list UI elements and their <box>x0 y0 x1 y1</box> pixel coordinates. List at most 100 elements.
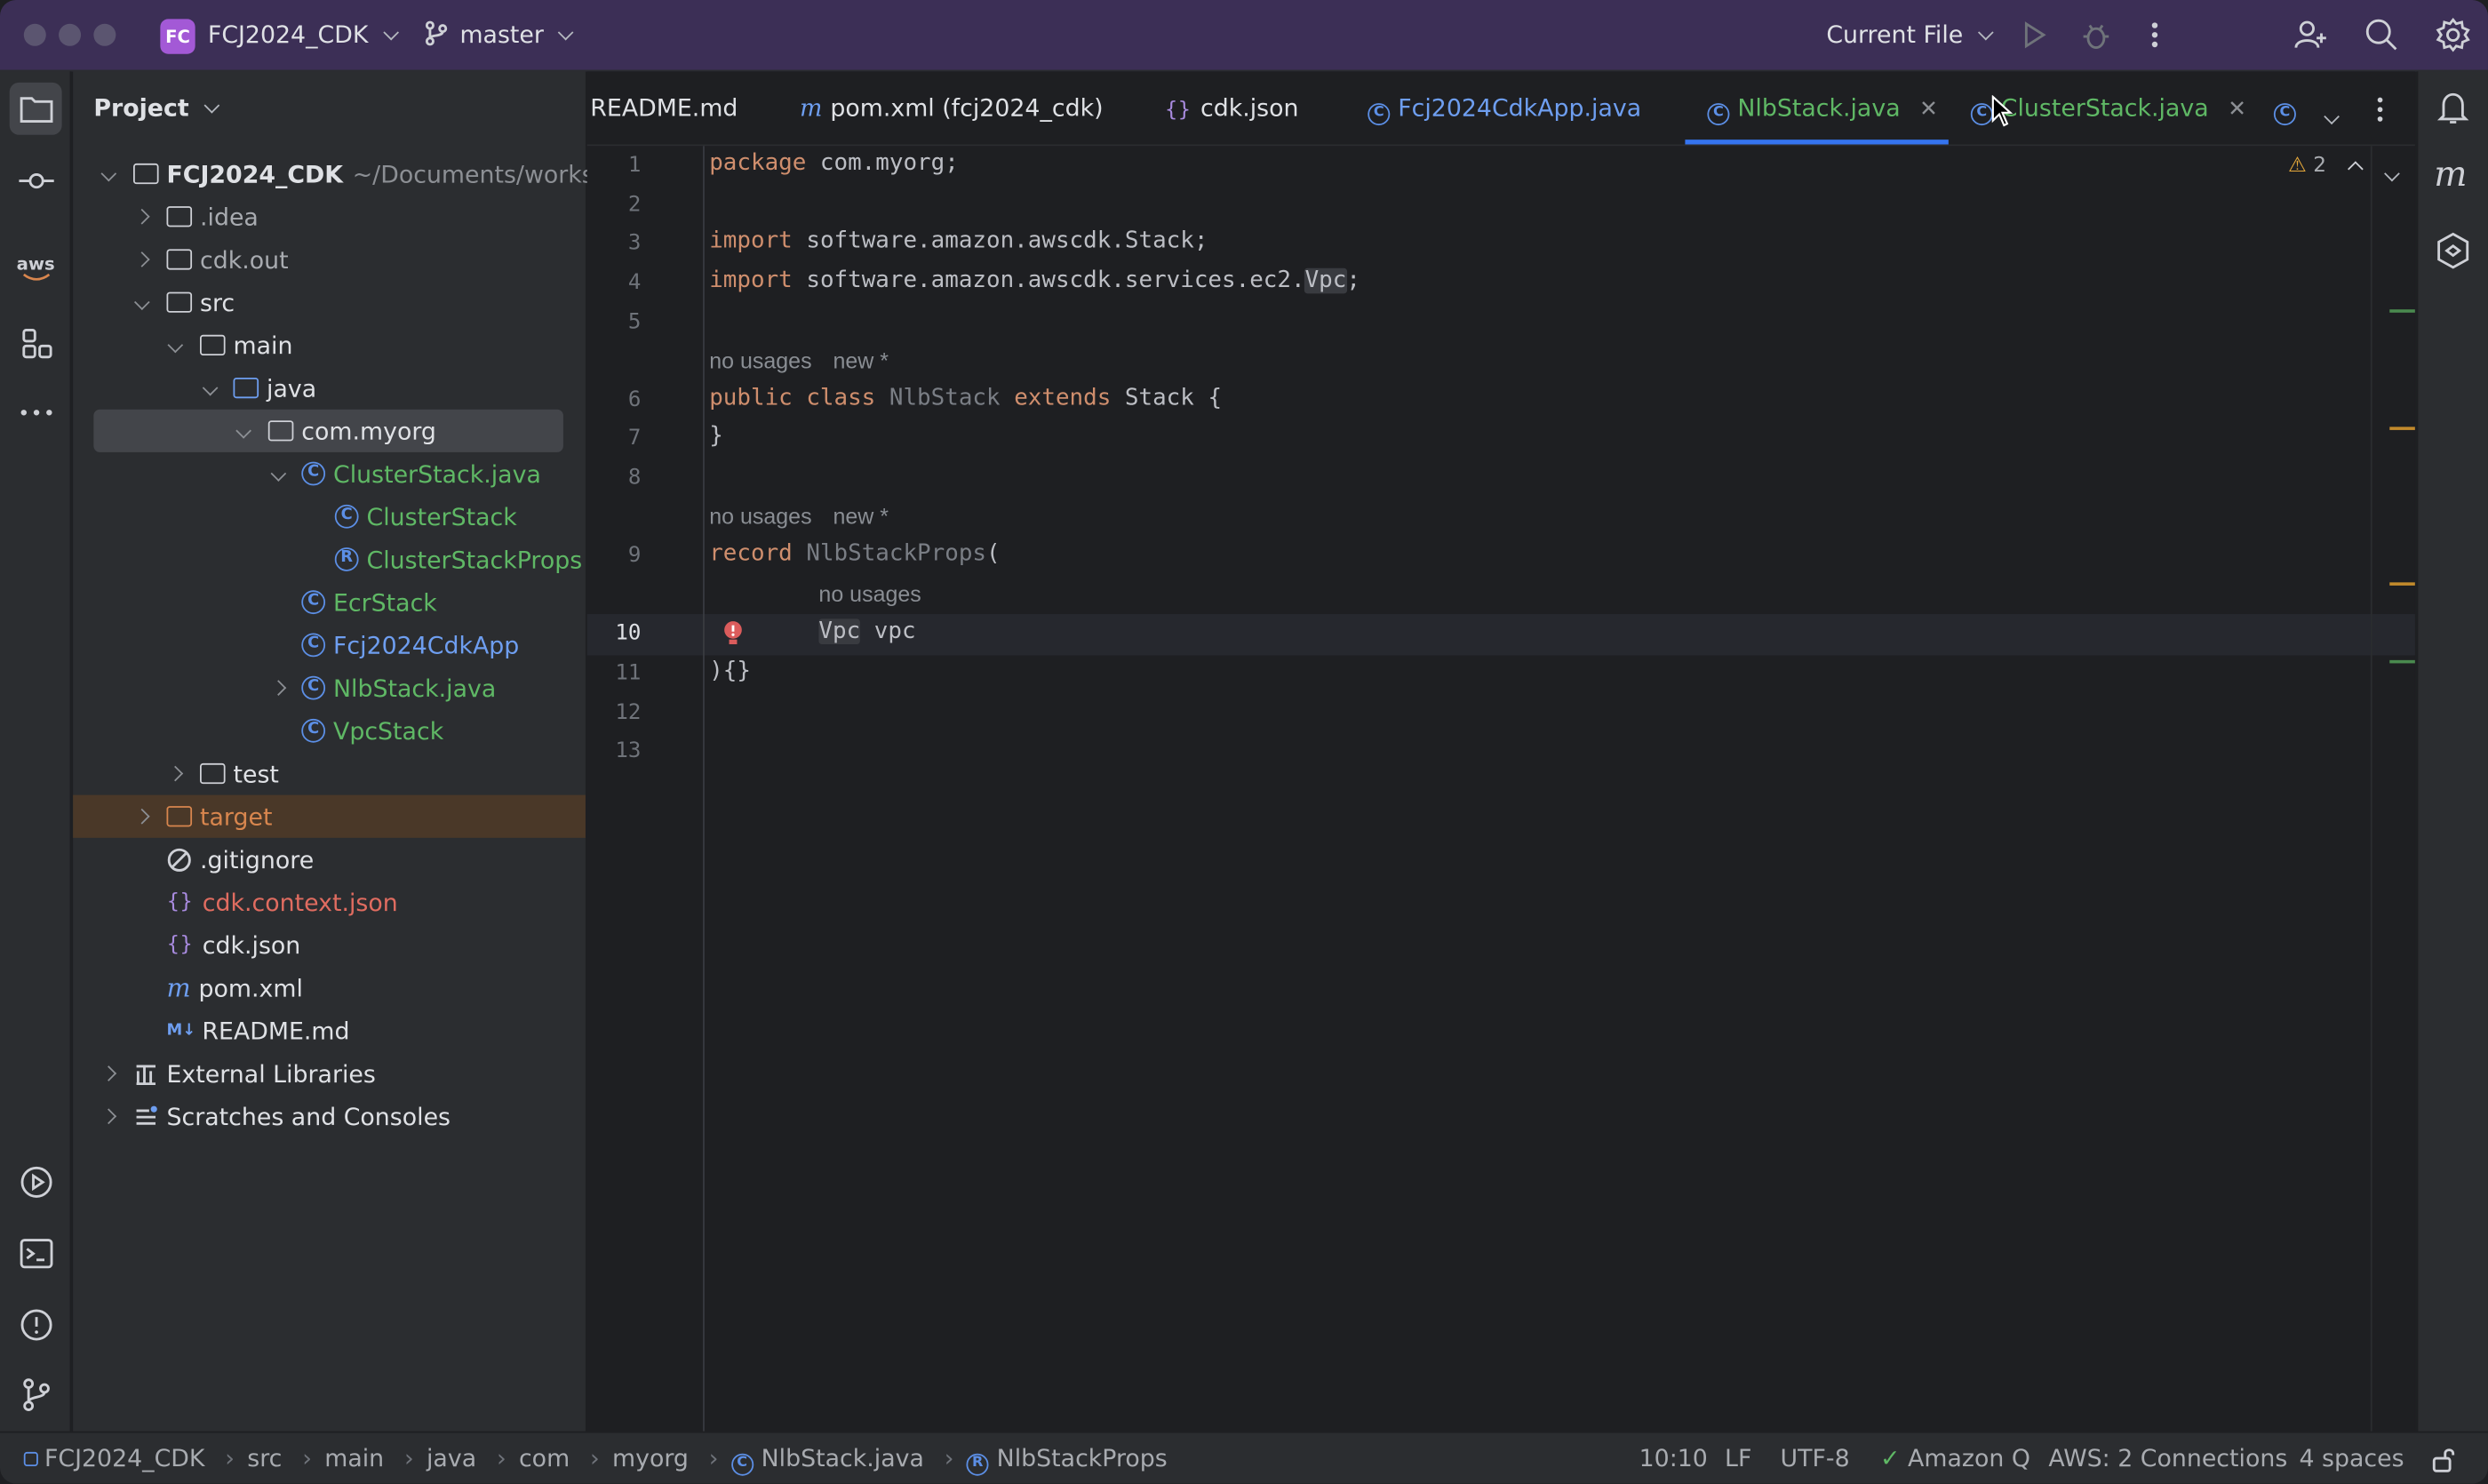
settings-gear-icon[interactable] <box>2436 18 2470 52</box>
tree-item-vpcstack[interactable]: C VpcStack <box>73 709 586 752</box>
project-tool-button[interactable] <box>9 82 62 135</box>
breadcrumb-item[interactable]: myorg <box>612 1444 689 1472</box>
tab-nlbstack[interactable]: C NlbStack.java ✕ <box>1707 93 1938 126</box>
branch-switcher[interactable]: master <box>425 20 575 49</box>
tree-root[interactable]: FCJ2024_CDK ~/Documents/worksho <box>73 152 624 195</box>
tab-cdk-json[interactable]: {} cdk.json <box>1165 93 1299 122</box>
tab-options-icon[interactable] <box>2371 93 2389 125</box>
tree-item-clusterstack[interactable]: C ClusterStack <box>73 495 586 538</box>
caret-position[interactable]: 10:10 <box>1639 1444 1708 1472</box>
aws-connections[interactable]: AWS: 2 Connections <box>2048 1444 2287 1472</box>
close-tab-icon[interactable]: ✕ <box>2228 97 2246 123</box>
services-tool-button[interactable] <box>10 1155 62 1208</box>
tree-item-test[interactable]: test <box>73 752 586 794</box>
maven-file-icon: m <box>166 972 191 1003</box>
tree-item-readme[interactable]: M↓ README.md <box>73 1009 586 1052</box>
inlay-hint[interactable]: no usages <box>818 581 921 607</box>
code-line-1: package com.myorg; <box>709 151 959 177</box>
tree-item-pom-xml[interactable]: m pom.xml <box>73 966 586 1009</box>
breadcrumb-item[interactable]: main <box>324 1444 384 1472</box>
zoom-window-button[interactable] <box>93 23 116 46</box>
tree-item-cdk-json[interactable]: {} cdk.json <box>73 923 586 966</box>
file-encoding[interactable]: UTF-8 <box>1781 1444 1850 1472</box>
problems-tool-button[interactable] <box>10 1298 62 1351</box>
breadcrumb-item[interactable]: NlbStack.java <box>762 1444 924 1472</box>
tree-item-label: Fcj2024CdkApp <box>332 630 520 659</box>
minimize-window-button[interactable] <box>59 23 82 46</box>
inlay-hint[interactable]: new * <box>833 347 889 373</box>
class-icon: C <box>301 675 326 700</box>
chevron-right-icon <box>133 808 149 825</box>
chevron-right-icon <box>269 680 286 696</box>
amazon-q-status[interactable]: ✓ Amazon Q <box>1880 1444 2030 1472</box>
notifications-bell-icon[interactable] <box>2436 89 2470 127</box>
debug-icon[interactable] <box>2080 19 2112 51</box>
tab-fcj2024cdkapp[interactable]: C Fcj2024CdkApp.java <box>1368 93 1641 126</box>
tree-item-java[interactable]: java <box>73 366 586 409</box>
change-marker[interactable] <box>2389 309 2415 313</box>
module-icon <box>23 1451 38 1466</box>
folder-icon <box>199 334 226 355</box>
no-usages-hint: no usages <box>709 347 812 373</box>
run-icon[interactable] <box>2020 20 2048 49</box>
tree-item-clusterstackprops[interactable]: R ClusterStackProps <box>73 538 586 580</box>
tab-overflow-partial[interactable]: C <box>2273 93 2304 126</box>
tab-readme[interactable]: README.md <box>590 93 738 122</box>
inlay-hint[interactable]: new * <box>833 503 889 529</box>
structure-tool-button[interactable] <box>10 315 62 368</box>
more-vertical-icon[interactable] <box>2142 19 2168 51</box>
lightbulb-error-icon[interactable] <box>722 618 744 650</box>
breadcrumb-item[interactable]: src <box>247 1444 282 1472</box>
terminal-tool-button[interactable] <box>10 1226 62 1279</box>
change-marker[interactable] <box>2389 659 2415 664</box>
indent-setting[interactable]: 4 spaces <box>2299 1444 2404 1472</box>
markdown-file-icon: M↓ <box>166 1021 196 1040</box>
tree-item-cdk-out[interactable]: cdk.out <box>73 238 586 281</box>
tab-pom-xml[interactable]: m pom.xml (fcj2024_cdk) <box>800 93 1104 122</box>
run-config-selector[interactable]: Current File <box>1826 20 1994 50</box>
tree-item-idea[interactable]: .idea <box>73 195 586 238</box>
tree-item-gitignore[interactable]: .gitignore <box>73 838 586 881</box>
next-issue-button[interactable] <box>2384 157 2400 186</box>
aws-toolkit-icon[interactable] <box>2436 232 2470 270</box>
code-editor[interactable] <box>586 146 2415 1432</box>
maven-tool-icon[interactable]: m <box>2434 156 2467 195</box>
lock-icon[interactable] <box>2431 1446 2457 1474</box>
line-separator[interactable]: LF <box>1725 1444 1751 1472</box>
tree-item-src[interactable]: src <box>73 281 586 323</box>
close-window-button[interactable] <box>23 23 46 46</box>
add-user-icon[interactable] <box>2293 18 2327 52</box>
close-tab-icon[interactable]: ✕ <box>1919 97 1938 123</box>
tree-item-com-myorg[interactable]: com.myorg <box>93 409 563 452</box>
aws-tool-button[interactable]: aws <box>10 241 62 293</box>
breadcrumb-item[interactable]: java <box>427 1444 476 1472</box>
tree-item-fcj2024cdkapp[interactable]: C Fcj2024CdkApp <box>73 624 586 666</box>
project-panel-header[interactable]: Project <box>93 93 220 122</box>
breadcrumb-item[interactable]: com <box>519 1444 570 1472</box>
inspection-widget[interactable]: ⚠ 2 <box>2288 154 2326 178</box>
more-tools-button[interactable] <box>10 386 62 438</box>
breadcrumb-separator: › <box>225 1443 235 1473</box>
project-badge: FC <box>160 19 195 54</box>
tree-item-external-libraries[interactable]: External Libraries <box>73 1052 586 1095</box>
tree-item-scratches[interactable]: Scratches and Consoles <box>73 1095 586 1137</box>
inlay-hint[interactable]: no usages <box>709 503 811 529</box>
tree-item-nlbstack-java[interactable]: C NlbStack.java <box>73 666 586 709</box>
git-tool-button[interactable] <box>10 1368 62 1420</box>
tree-item-cdk-context-json[interactable]: {} cdk.context.json <box>73 881 586 923</box>
tab-label: cdk.json <box>1200 93 1299 123</box>
breadcrumb-item[interactable]: FCJ2024_CDK <box>44 1444 204 1472</box>
warning-marker[interactable] <box>2389 427 2415 430</box>
tree-item-target[interactable]: target <box>73 794 586 838</box>
warning-marker[interactable] <box>2389 582 2415 586</box>
project-switcher[interactable]: FCJ2024_CDK <box>208 20 399 49</box>
tabs-dropdown-button[interactable] <box>2324 100 2340 128</box>
run-config-label: Current File <box>1826 20 1964 50</box>
inlay-hint[interactable]: no usages <box>709 347 811 373</box>
search-icon[interactable] <box>2364 18 2399 52</box>
tree-item-main[interactable]: main <box>73 323 586 366</box>
tree-item-ecrstack[interactable]: C EcrStack <box>73 581 586 624</box>
tree-item-clusterstack-java[interactable]: C ClusterStack.java <box>73 452 586 495</box>
breadcrumb-item[interactable]: NlbStackProps <box>997 1444 1168 1472</box>
commit-tool-button[interactable] <box>10 154 62 206</box>
